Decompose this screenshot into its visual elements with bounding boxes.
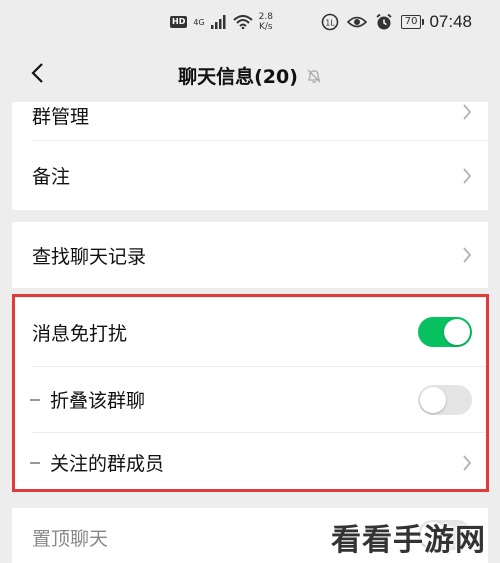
nav-title-wrap: 聊天信息(20) bbox=[0, 62, 500, 89]
row-group-manage[interactable]: 群管理 bbox=[12, 102, 488, 128]
wifi-icon bbox=[232, 15, 253, 29]
row-do-not-disturb[interactable]: 消息免打扰 bbox=[12, 298, 488, 366]
search-history-label: 查找聊天记录 bbox=[32, 245, 147, 268]
eye-comfort-icon bbox=[346, 15, 367, 29]
chevron-right-icon bbox=[462, 167, 472, 185]
row-followed-members[interactable]: 关注的群成员 bbox=[12, 433, 488, 492]
toggle-knob bbox=[444, 319, 470, 345]
data-saver-icon: 1L bbox=[321, 13, 339, 31]
do-not-disturb-label: 消息免打扰 bbox=[32, 322, 128, 345]
settings-group-search: 查找聊天记录 bbox=[12, 222, 488, 288]
hd-badge: HD bbox=[170, 16, 188, 28]
toggle-knob bbox=[420, 386, 446, 413]
status-right: 1L 70 07:48 bbox=[321, 10, 472, 34]
fold-group-toggle[interactable] bbox=[418, 384, 472, 415]
chevron-right-icon bbox=[462, 246, 472, 264]
battery-icon: 70 bbox=[400, 15, 425, 29]
status-bar: HD 4G 2.8 K/s 1L 70 07:48 bbox=[0, 0, 500, 44]
page-title: 聊天信息(20) bbox=[178, 66, 298, 88]
alarm-icon bbox=[375, 13, 393, 31]
chevron-right-icon bbox=[462, 103, 472, 121]
status-left: HD 4G 2.8 K/s bbox=[170, 10, 273, 34]
settings-group-notify: 消息免打扰 折叠该群聊 关注的群成员 bbox=[12, 298, 488, 492]
row-remark[interactable]: 备注 bbox=[12, 141, 488, 210]
watermark: 看看手游网 bbox=[331, 523, 486, 558]
row-search-history[interactable]: 查找聊天记录 bbox=[12, 222, 488, 288]
network-speed: 2.8 K/s bbox=[259, 12, 273, 32]
row-fold-group[interactable]: 折叠该群聊 bbox=[12, 367, 488, 432]
pin-chat-label: 置顶聊天 bbox=[32, 528, 109, 550]
fold-group-label: 折叠该群聊 bbox=[50, 390, 146, 412]
do-not-disturb-toggle[interactable] bbox=[418, 317, 472, 347]
speed-value: 2.8 bbox=[258, 12, 273, 22]
speed-unit: K/s bbox=[258, 22, 273, 32]
group-manage-label: 群管理 bbox=[32, 106, 90, 128]
svg-text:1L: 1L bbox=[325, 19, 335, 28]
bell-off-icon bbox=[306, 68, 322, 84]
nav-bar: 聊天信息(20) bbox=[0, 44, 500, 102]
chevron-right-icon bbox=[462, 454, 472, 472]
settings-group-basic: 群管理 备注 bbox=[12, 102, 488, 210]
signal-icon bbox=[210, 15, 227, 29]
followed-members-label: 关注的群成员 bbox=[50, 453, 165, 475]
indent-dash bbox=[30, 461, 40, 464]
network-type: 4G bbox=[193, 17, 205, 27]
remark-label: 备注 bbox=[32, 166, 71, 188]
status-time: 07:48 bbox=[429, 12, 472, 31]
indent-dash bbox=[30, 398, 40, 401]
